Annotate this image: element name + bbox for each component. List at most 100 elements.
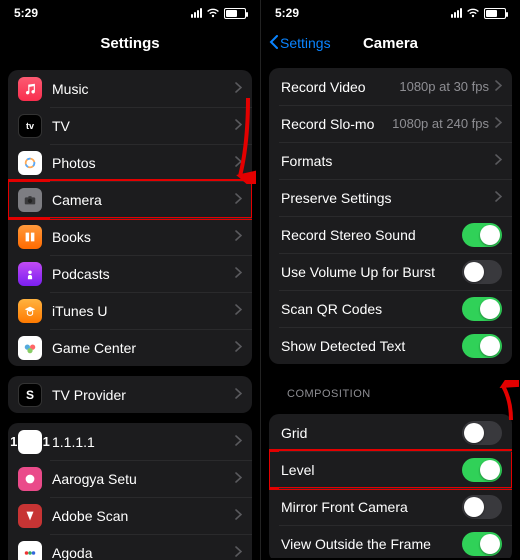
settings-row-gamecenter-icon (18, 336, 42, 360)
camera-row-outside-frame-toggle[interactable] (462, 532, 502, 556)
chevron-right-icon (235, 435, 242, 449)
row-label: Mirror Front Camera (281, 499, 462, 515)
left-screen: 5:29 Settings Music tvTV Photos Camera Books… (0, 0, 260, 560)
settings-row-photos-icon (18, 151, 42, 175)
camera-row-level-toggle[interactable] (462, 458, 502, 482)
settings-list[interactable]: Music tvTV Photos Camera Books Podcasts iTunes… (0, 60, 260, 560)
settings-row-1111[interactable]: 1.1.1.1 1.1.1.1 (8, 423, 252, 460)
nav-header: Settings (0, 26, 260, 60)
camera-row-stereo-toggle[interactable] (462, 223, 502, 247)
chevron-left-icon (269, 35, 278, 52)
camera-row-level[interactable]: Level (269, 451, 512, 488)
chevron-right-icon (235, 304, 242, 318)
chevron-right-icon (235, 388, 242, 402)
settings-row-camera[interactable]: Camera (8, 181, 252, 218)
camera-group-composition: Grid Level Mirror Front Camera View Outside… (269, 414, 512, 558)
camera-row-preserve[interactable]: Preserve Settings (269, 179, 512, 216)
row-label: Record Video (281, 79, 399, 95)
camera-row-stereo[interactable]: Record Stereo Sound (269, 216, 512, 253)
chevron-right-icon (235, 546, 242, 560)
row-label: Scan QR Codes (281, 301, 462, 317)
camera-row-mirror-toggle[interactable] (462, 495, 502, 519)
chevron-right-icon (495, 191, 502, 205)
chevron-right-icon (495, 80, 502, 94)
camera-group-main: Record Video1080p at 30 fpsRecord Slo-mo… (269, 68, 512, 364)
camera-row-record-video[interactable]: Record Video1080p at 30 fps (269, 68, 512, 105)
row-label: Game Center (52, 340, 235, 356)
chevron-right-icon (235, 509, 242, 523)
page-title: Settings (100, 35, 159, 52)
camera-row-detected-text-toggle[interactable] (462, 334, 502, 358)
camera-row-volume-burst-toggle[interactable] (462, 260, 502, 284)
back-label: Settings (280, 35, 331, 51)
camera-row-volume-burst[interactable]: Use Volume Up for Burst (269, 253, 512, 290)
row-label: Record Stereo Sound (281, 227, 462, 243)
settings-group-tvprovider: S TV Provider (8, 376, 252, 413)
settings-row-aarogya[interactable]: Aarogya Setu (8, 460, 252, 497)
row-label: Grid (281, 425, 462, 441)
row-label: View Outside the Frame (281, 536, 462, 552)
settings-row-aarogya-icon (18, 467, 42, 491)
row-label: 1.1.1.1 (52, 434, 235, 450)
camera-row-detected-text[interactable]: Show Detected Text (269, 327, 512, 364)
row-label: Music (52, 81, 235, 97)
row-label: TV Provider (52, 387, 235, 403)
row-label: TV (52, 118, 235, 134)
settings-row-gamecenter[interactable]: Game Center (8, 329, 252, 366)
settings-row-camera-icon (18, 188, 42, 212)
settings-row-tvprovider[interactable]: S TV Provider (8, 376, 252, 413)
row-label: Photos (52, 155, 235, 171)
camera-row-record-slomo[interactable]: Record Slo-mo1080p at 240 fps (269, 105, 512, 142)
settings-group-thirdparty: 1.1.1.1 1.1.1.1 Aarogya Setu Adobe Scan Agod… (8, 423, 252, 560)
cellular-icon (191, 8, 202, 18)
settings-row-books[interactable]: Books (8, 218, 252, 255)
camera-row-mirror[interactable]: Mirror Front Camera (269, 488, 512, 525)
cellular-icon (451, 8, 462, 18)
back-button[interactable]: Settings (269, 35, 331, 52)
battery-icon (484, 8, 506, 19)
settings-row-podcasts-icon (18, 262, 42, 286)
row-label: Camera (52, 192, 235, 208)
settings-row-podcasts[interactable]: Podcasts (8, 255, 252, 292)
camera-row-outside-frame[interactable]: View Outside the Frame (269, 525, 512, 558)
row-label: Formats (281, 153, 495, 169)
row-label: Record Slo-mo (281, 116, 392, 132)
row-label: Books (52, 229, 235, 245)
camera-row-qr[interactable]: Scan QR Codes (269, 290, 512, 327)
chevron-right-icon (235, 267, 242, 281)
camera-row-qr-toggle[interactable] (462, 297, 502, 321)
settings-row-adobescan-icon (18, 504, 42, 528)
settings-row-photos[interactable]: Photos (8, 144, 252, 181)
camera-settings-list[interactable]: Record Video1080p at 30 fpsRecord Slo-mo… (261, 58, 520, 558)
settings-row-itunesu[interactable]: iTunes U (8, 292, 252, 329)
row-label: Podcasts (52, 266, 235, 282)
row-label: Show Detected Text (281, 338, 462, 354)
wifi-icon (466, 8, 480, 18)
row-detail: 1080p at 240 fps (392, 116, 489, 131)
settings-row-agoda-icon (18, 541, 42, 560)
settings-row-tvprovider-icon: S (18, 383, 42, 407)
settings-row-1111-icon: 1.1.1.1 (18, 430, 42, 454)
camera-row-grid-toggle[interactable] (462, 421, 502, 445)
row-label: Level (281, 462, 462, 478)
chevron-right-icon (235, 156, 242, 170)
right-screen: 5:29 Settings Camera Record Video1080p a… (260, 0, 520, 560)
status-right (451, 8, 506, 19)
status-time: 5:29 (14, 6, 38, 20)
settings-row-books-icon (18, 225, 42, 249)
row-label: Aarogya Setu (52, 471, 235, 487)
row-label: Preserve Settings (281, 190, 495, 206)
settings-row-music[interactable]: Music (8, 70, 252, 107)
settings-group-apple-apps: Music tvTV Photos Camera Books Podcasts iTunes… (8, 70, 252, 366)
row-label: Adobe Scan (52, 508, 235, 524)
settings-row-adobescan[interactable]: Adobe Scan (8, 497, 252, 534)
status-bar: 5:29 (261, 0, 520, 26)
camera-row-grid[interactable]: Grid (269, 414, 512, 451)
settings-row-agoda[interactable]: Agoda (8, 534, 252, 560)
settings-row-tv[interactable]: tvTV (8, 107, 252, 144)
wifi-icon (206, 8, 220, 18)
status-bar: 5:29 (0, 0, 260, 26)
chevron-right-icon (235, 193, 242, 207)
camera-row-formats[interactable]: Formats (269, 142, 512, 179)
row-label: Agoda (52, 545, 235, 560)
